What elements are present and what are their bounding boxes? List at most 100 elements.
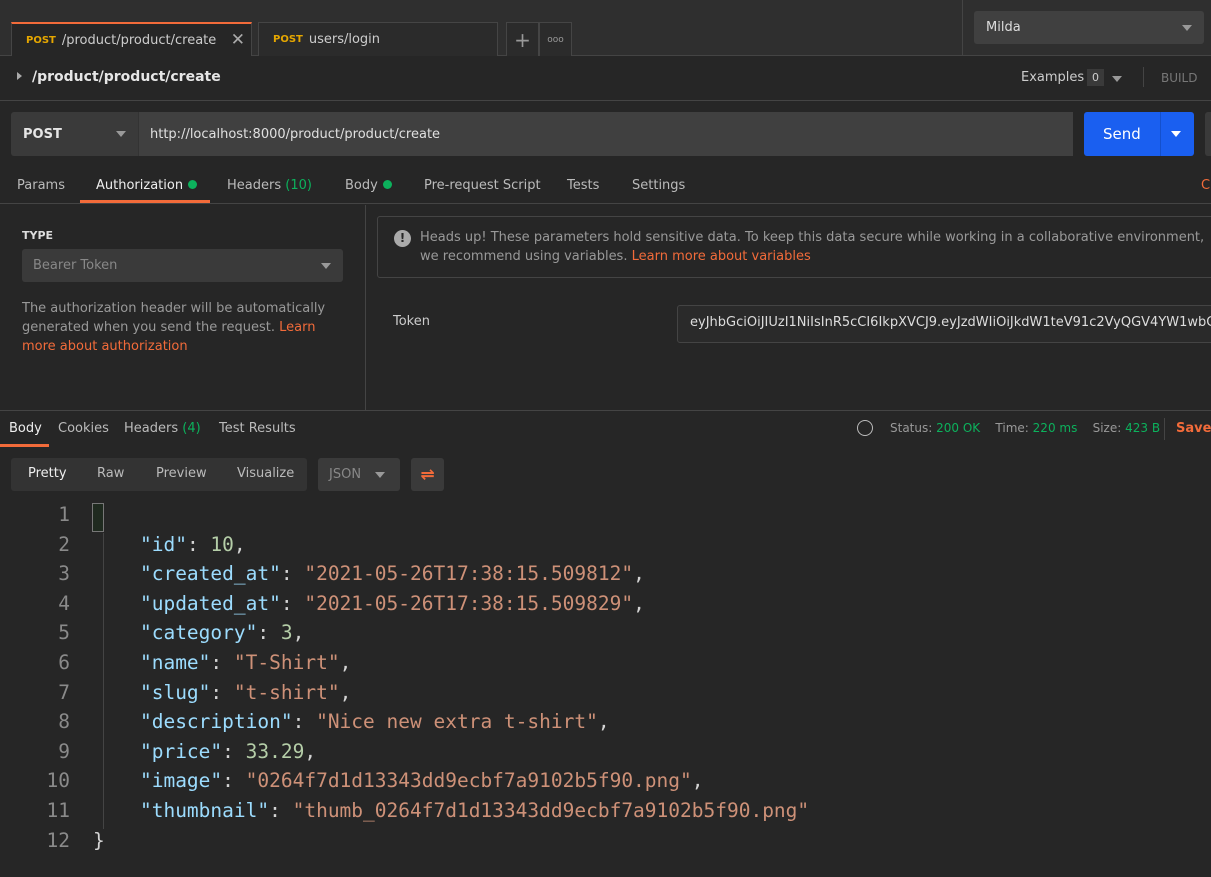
code-line: "id": 10, — [93, 533, 246, 556]
build-button[interactable]: BUILD — [1161, 71, 1197, 85]
code-token: "name" — [139, 651, 211, 674]
wrap-lines-icon[interactable]: ⇌ — [411, 458, 444, 491]
auth-type-value: Bearer Token — [33, 258, 118, 273]
save-response-button[interactable]: Save — [1176, 421, 1211, 436]
code-line: "name": "T-Shirt", — [93, 651, 351, 674]
code-token: , — [339, 651, 352, 674]
response-tab-tests[interactable]: Test Results — [219, 421, 296, 436]
send-label: Send — [1103, 125, 1141, 143]
warning-banner: ! Heads up! These parameters hold sensit… — [377, 216, 1211, 278]
code-token: 33.29 — [245, 739, 305, 763]
type-label: TYPE — [22, 229, 54, 242]
code-token: 3 — [280, 621, 293, 645]
code-token: "2021-05-26T17:38:15.509812" — [304, 562, 634, 586]
tab-authorization[interactable]: Authorization — [96, 178, 198, 193]
response-tab-headers[interactable]: Headers (4) — [124, 421, 201, 436]
view-raw[interactable]: Raw — [97, 466, 124, 481]
code-line: "price": 33.29, — [93, 740, 316, 763]
auth-type-select[interactable]: Bearer Token — [22, 249, 343, 282]
tab-prerequest[interactable]: Pre-request Script — [424, 178, 541, 193]
tab-params[interactable]: Params — [17, 178, 65, 193]
tab-tests[interactable]: Tests — [567, 178, 599, 193]
environment-select[interactable]: Milda — [974, 11, 1204, 44]
code-token: "description" — [139, 710, 293, 734]
code-token: , — [633, 591, 645, 615]
tab-settings[interactable]: Settings — [632, 178, 685, 193]
cookies-link[interactable]: C — [1201, 178, 1210, 193]
code-token: "thumb_0264f7d1d13343dd9ecbf7a9102b5f90.… — [292, 799, 810, 822]
examples-label[interactable]: Examples — [1021, 70, 1084, 85]
line-number: 12 — [46, 828, 70, 852]
learn-more-variables-link[interactable]: Learn more about variables — [632, 249, 811, 264]
view-mode-tabs: Pretty Raw Preview Visualize — [11, 458, 307, 491]
response-tab-cookies[interactable]: Cookies — [58, 421, 109, 436]
indent-guide — [103, 533, 104, 829]
chevron-down-icon — [116, 131, 126, 137]
view-visualize[interactable]: Visualize — [237, 466, 294, 481]
request-title: /product/product/create — [32, 69, 221, 85]
tab-method: POST — [273, 34, 303, 45]
active-tab-indicator — [80, 200, 210, 203]
code-line: "image": "0264f7d1d13343dd9ecbf7a9102b5f… — [93, 769, 704, 792]
url-input[interactable]: http://localhost:8000/product/product/cr… — [138, 112, 1073, 156]
size-label: Size: — [1092, 421, 1122, 435]
method-value: POST — [23, 126, 62, 142]
line-number: 6 — [58, 651, 70, 674]
chevron-down-icon — [321, 262, 331, 269]
expand-icon[interactable] — [17, 72, 22, 80]
status-value: 200 OK — [936, 421, 981, 435]
tab-method: POST — [26, 34, 56, 46]
tab-product-create[interactable]: POST /product/product/create ✕ — [11, 22, 252, 56]
code-token: , — [339, 680, 352, 704]
code-token: , — [292, 621, 305, 645]
view-preview[interactable]: Preview — [156, 466, 207, 481]
divider — [1143, 67, 1144, 87]
token-input[interactable]: eyJhbGciOiJIUzI1NiIsInR5cCI6IkpXVCJ9.eyJ… — [677, 305, 1211, 343]
globe-icon[interactable] — [857, 420, 873, 436]
code-token: "id" — [139, 532, 187, 556]
line-number: 7 — [58, 680, 70, 704]
view-pretty[interactable]: Pretty — [28, 466, 67, 481]
code-token: : — [257, 621, 281, 645]
code-token: : — [222, 769, 246, 793]
line-number: 4 — [58, 591, 70, 615]
new-tab-button[interactable]: + — [506, 22, 539, 56]
tab-headers[interactable]: Headers (10) — [227, 178, 312, 193]
format-select[interactable]: JSON — [318, 458, 400, 491]
method-select[interactable]: POST — [11, 112, 138, 156]
response-tab-body[interactable]: Body — [9, 421, 42, 436]
chevron-down-icon[interactable] — [1171, 131, 1181, 137]
divider — [0, 410, 1211, 411]
code-token: "price" — [139, 739, 223, 763]
code-token: , — [633, 562, 645, 586]
request-header: /product/product/create Examples 0 BUILD — [0, 57, 1211, 101]
auth-description: The authorization header will be automat… — [22, 299, 342, 356]
code-token: "t-shirt" — [233, 680, 340, 704]
status-dot — [188, 180, 198, 189]
code-token: "Nice new extra t-shirt" — [316, 710, 598, 734]
tab-body[interactable]: Body — [345, 178, 392, 193]
close-icon[interactable]: ✕ — [231, 30, 245, 50]
code-token: : — [210, 651, 234, 674]
tab-label: users/login — [308, 32, 381, 47]
more-tabs-button[interactable]: ooo — [539, 22, 572, 56]
code-line: "thumbnail": "thumb_0264f7d1d13343dd9ecb… — [93, 799, 809, 822]
line-number: 11 — [46, 799, 70, 822]
code-token: : — [292, 710, 317, 734]
line-number: 9 — [58, 739, 70, 763]
chevron-down-icon[interactable] — [1112, 76, 1122, 82]
code-token: , — [597, 710, 610, 734]
headers-count: (4) — [182, 421, 201, 436]
code-token: : — [280, 562, 305, 586]
tab-label: Authorization — [96, 178, 184, 193]
divider — [1164, 418, 1165, 440]
tab-users-login[interactable]: POST users/login — [258, 22, 498, 56]
send-button[interactable]: Send — [1084, 112, 1194, 156]
save-button[interactable] — [1205, 112, 1211, 156]
warning-message: Heads up! These parameters hold sensitiv… — [420, 230, 1205, 264]
